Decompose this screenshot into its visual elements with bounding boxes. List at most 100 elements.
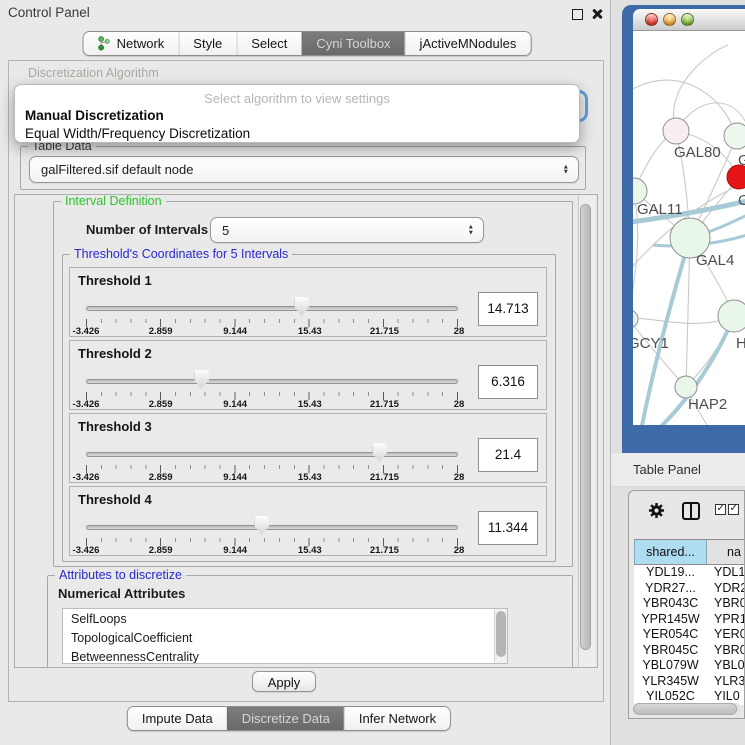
table-header-row: shared... na: [634, 539, 745, 565]
application-window: Control Panel Network Style: [0, 0, 745, 745]
numerical-attributes-list[interactable]: SelfLoops TopologicalCoefficient Between…: [62, 608, 508, 664]
interval-definition-group: Interval Definition Number of Intervals …: [53, 201, 573, 567]
tab-network-label: Network: [117, 36, 165, 51]
node-label-partial-c: C: [738, 192, 745, 209]
checkbox-icon[interactable]: [728, 504, 739, 515]
tab-select[interactable]: Select: [236, 32, 301, 55]
node-h[interactable]: [718, 300, 745, 332]
settings-scrollbar[interactable]: [578, 195, 595, 667]
tab-jactivemnodules[interactable]: jActiveMNodules: [405, 32, 531, 55]
slider-tick-labels: -3.426 2.859 9.144 15.43 21.715 28: [86, 472, 459, 484]
zoom-traffic-light-icon[interactable]: [681, 13, 694, 26]
list-scrollbar-thumb[interactable]: [496, 611, 506, 657]
tab-style-label: Style: [193, 36, 222, 51]
network-window-titlebar[interactable]: [633, 9, 745, 31]
threshold-4-value-field[interactable]: 11.344: [478, 511, 538, 545]
tab-cyni-toolbox-label: Cyni Toolbox: [316, 36, 390, 51]
slider-thumb[interactable]: [372, 443, 387, 462]
table-panel: shared... na YDL19...YDL1 YDR27...YDR2 Y…: [628, 490, 745, 719]
gear-icon[interactable]: [648, 502, 665, 519]
float-window-icon[interactable]: [572, 9, 583, 20]
table-row[interactable]: YBR045CYBR0: [634, 643, 745, 659]
table-row[interactable]: YDR27...YDR2: [634, 581, 745, 597]
algorithm-option-equal-width-frequency[interactable]: Equal Width/Frequency Discretization: [25, 126, 250, 141]
threshold-4-slider[interactable]: -3.426 2.859 9.144 15.43 21.715 28: [86, 517, 459, 555]
discretization-algorithm-group-title: Discretization Algorithm: [28, 66, 159, 80]
network-icon: [98, 36, 111, 51]
list-item[interactable]: BetweennessCentrality: [63, 647, 507, 664]
list-item[interactable]: TopologicalCoefficient: [63, 628, 507, 647]
table-horizontal-scrollbar-thumb[interactable]: [633, 703, 737, 715]
minimize-traffic-light-icon[interactable]: [663, 13, 676, 26]
table-row[interactable]: YBR043CYBR0: [634, 596, 745, 612]
settings-scrollbar-thumb[interactable]: [580, 204, 591, 650]
split-columns-icon[interactable]: [682, 502, 700, 520]
threshold-4-label: Threshold 4: [78, 492, 152, 507]
slider-thumb[interactable]: [194, 370, 209, 389]
checkbox-icon[interactable]: [715, 504, 726, 515]
list-item[interactable]: SelfLoops: [63, 609, 507, 628]
apply-button[interactable]: Apply: [252, 671, 316, 692]
threshold-1-label: Threshold 1: [78, 273, 152, 288]
tab-impute-data-label: Impute Data: [142, 711, 213, 726]
number-of-intervals-combo[interactable]: 5 ▲▼: [210, 217, 484, 243]
table-panel-titlebar: Table Panel: [612, 453, 745, 487]
close-traffic-light-icon[interactable]: [645, 13, 658, 26]
node-label-partial-h: H: [736, 335, 745, 352]
tab-discretize-data[interactable]: Discretize Data: [227, 707, 344, 730]
node-label-partial-g: G: [738, 152, 745, 169]
tab-select-label: Select: [251, 36, 287, 51]
table-horizontal-scrollbar[interactable]: [633, 703, 741, 715]
slider-thumb[interactable]: [254, 516, 269, 535]
table-row[interactable]: YPR145WYPR1: [634, 612, 745, 628]
threshold-3-panel: Threshold 3 -3.426 2.859 9.144 15.43 21.…: [69, 413, 547, 483]
table-row[interactable]: YLR345WYLR3: [634, 674, 745, 690]
threshold-1-value-field[interactable]: 14.713: [478, 292, 538, 326]
node-gal80[interactable]: [663, 118, 689, 144]
node-label-gal11: GAL11: [637, 201, 683, 218]
slider-track[interactable]: [86, 306, 458, 311]
tab-infer-network[interactable]: Infer Network: [344, 707, 450, 730]
node-gcy1[interactable]: [633, 310, 638, 328]
slider-track[interactable]: [86, 525, 458, 530]
algorithm-dropdown-placeholder: Select algorithm to view settings: [15, 91, 579, 106]
threshold-1-slider[interactable]: -3.426 2.859 9.144 15.43 21.715 28: [86, 298, 459, 336]
node-label-gal4: GAL4: [696, 252, 734, 269]
table-data-group: Table Data galFiltered.sif default node …: [20, 146, 586, 190]
slider-thumb[interactable]: [294, 297, 309, 316]
interval-definition-group-title: Interval Definition: [61, 194, 166, 208]
threshold-3-value-field[interactable]: 21.4: [478, 438, 538, 472]
table-panel-title: Table Panel: [633, 462, 701, 477]
table-row[interactable]: YBL079WYBL0: [634, 658, 745, 674]
combo-spinner-icon: ▲▼: [468, 225, 474, 236]
table-row[interactable]: YER054CYER0: [634, 627, 745, 643]
tab-network[interactable]: Network: [84, 32, 179, 55]
table-data-combo[interactable]: galFiltered.sif default node ▲▼: [29, 156, 579, 183]
table-row[interactable]: YDL19...YDL1: [634, 565, 745, 581]
node-hap2[interactable]: [675, 376, 697, 398]
tab-infer-network-label: Infer Network: [359, 711, 436, 726]
threshold-2-slider[interactable]: -3.426 2.859 9.144 15.43 21.715 28: [86, 371, 459, 409]
list-scrollbar[interactable]: [494, 609, 507, 663]
close-window-icon[interactable]: [591, 8, 603, 20]
slider-track[interactable]: [86, 452, 458, 457]
tab-impute-data[interactable]: Impute Data: [128, 707, 227, 730]
network-canvas[interactable]: GAL80 GAL11 GAL4 GCY1 HAP2 G C H: [633, 31, 745, 425]
control-panel-titlebar: Control Panel: [0, 0, 610, 26]
threshold-3-slider[interactable]: -3.426 2.859 9.144 15.43 21.715 28: [86, 444, 459, 482]
algorithm-option-manual-discretization[interactable]: Manual Discretization: [25, 108, 164, 123]
cyni-bottom-tabbar: Impute Data Discretize Data Infer Networ…: [127, 706, 451, 731]
tab-cyni-toolbox[interactable]: Cyni Toolbox: [301, 32, 404, 55]
numerical-attributes-label: Numerical Attributes: [58, 586, 185, 601]
network-graph: GAL80 GAL11 GAL4 GCY1 HAP2 G C H: [633, 31, 745, 425]
threshold-2-panel: Threshold 2 -3.426 2.859 9.144 15.43 21.…: [69, 340, 547, 410]
network-view-window[interactable]: GAL80 GAL11 GAL4 GCY1 HAP2 G C H: [622, 5, 745, 453]
node-clipped-top-right[interactable]: [724, 123, 745, 149]
tab-style[interactable]: Style: [178, 32, 236, 55]
column-header-name[interactable]: na: [707, 540, 745, 564]
threshold-2-value-field[interactable]: 6.316: [478, 365, 538, 399]
column-header-shared-name[interactable]: shared...: [634, 540, 707, 564]
control-panel-tabbar: Network Style Select Cyni Toolbox jActiv…: [83, 31, 532, 56]
slider-track[interactable]: [86, 379, 458, 384]
threshold-2-label: Threshold 2: [78, 346, 152, 361]
